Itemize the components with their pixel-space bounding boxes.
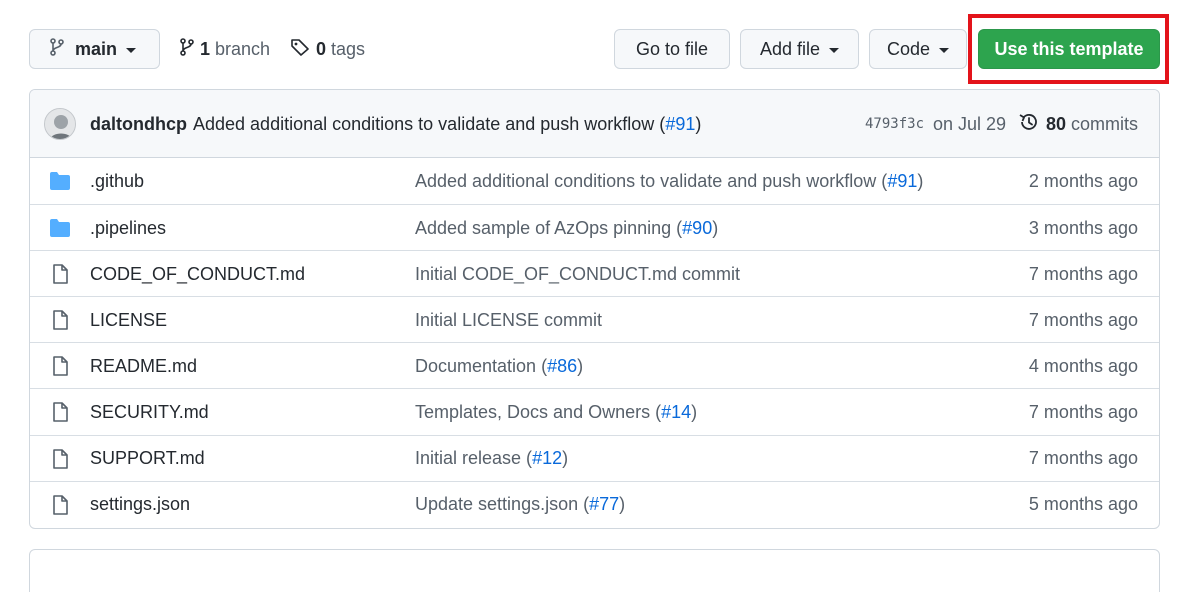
- file-commit-pr-link[interactable]: #12: [532, 448, 562, 469]
- branches-link[interactable]: 1 branch: [180, 29, 270, 69]
- file-commit-pr-link[interactable]: #90: [682, 218, 712, 239]
- readme-box: [29, 549, 1160, 592]
- file-row: .github Added additional conditions to va…: [30, 158, 1159, 204]
- file-commit-age: 4 months ago: [1028, 355, 1138, 376]
- tag-icon: [290, 38, 310, 61]
- file-commit-end: ): [712, 217, 719, 238]
- file-row: README.md Documentation (#86) 4 months ago: [30, 342, 1159, 388]
- file-icon: [49, 448, 71, 469]
- file-commit-end: ): [691, 401, 698, 422]
- file-commit-age: 5 months ago: [1028, 494, 1138, 515]
- file-commit-pr-link[interactable]: #14: [661, 402, 691, 423]
- file-commit-message: Documentation (#86): [415, 343, 583, 389]
- commit-count: 80: [1045, 113, 1066, 134]
- code-button[interactable]: Code: [869, 29, 967, 69]
- file-commit-text[interactable]: Added additional conditions to validate …: [415, 171, 887, 192]
- chevron-down-icon: [939, 47, 950, 53]
- commits-history-link[interactable]: 80 commits: [1018, 90, 1138, 158]
- file-name-link[interactable]: SECURITY.md: [90, 389, 209, 435]
- go-to-file-label: Go to file: [635, 38, 709, 59]
- add-file-button[interactable]: Add file: [740, 29, 859, 69]
- file-commit-end: ): [917, 170, 924, 191]
- repo-toolbar: main 1 branch 0 tags Go to file Add file…: [29, 14, 1169, 84]
- commit-message-end: ): [695, 113, 702, 134]
- file-commit-age: 7 months ago: [1028, 263, 1138, 284]
- file-commit-pr-link[interactable]: #86: [547, 356, 577, 377]
- file-icon: [49, 494, 71, 515]
- file-commit-message: Added additional conditions to validate …: [415, 158, 923, 204]
- commit-hash[interactable]: 4793f3c: [865, 90, 924, 158]
- file-row: SUPPORT.md Initial release (#12) 7 months …: [30, 434, 1159, 482]
- history-icon: [1018, 111, 1040, 138]
- file-commit-pr-link[interactable]: #77: [589, 494, 619, 515]
- file-commit-message: Initial LICENSE commit: [415, 297, 602, 343]
- file-commit-end: ): [562, 448, 569, 469]
- avatar[interactable]: [44, 108, 76, 140]
- tag-count: 0: [316, 38, 327, 59]
- file-rows: .github Added additional conditions to va…: [30, 158, 1159, 527]
- chevron-down-icon: [829, 47, 840, 53]
- git-branch-icon: [50, 37, 64, 61]
- file-list-box: daltondhcp Added additional conditions t…: [29, 89, 1160, 529]
- branch-select-button[interactable]: main: [29, 29, 160, 69]
- file-name-link[interactable]: .github: [90, 158, 144, 204]
- chevron-down-icon: [126, 47, 137, 53]
- file-row: .pipelines Added sample of AzOps pinning …: [30, 204, 1159, 250]
- file-icon: [49, 356, 71, 377]
- file-commit-age: 2 months ago: [1028, 170, 1138, 191]
- file-name-link[interactable]: CODE_OF_CONDUCT.md: [90, 251, 305, 297]
- code-label: Code: [886, 38, 931, 59]
- file-row: SECURITY.md Templates, Docs and Owners (#…: [30, 388, 1159, 434]
- file-commit-text[interactable]: Initial CODE_OF_CONDUCT.md commit: [415, 264, 740, 285]
- file-row: CODE_OF_CONDUCT.md Initial CODE_OF_CONDUC…: [30, 250, 1159, 296]
- file-commit-message: Added sample of AzOps pinning (#90): [415, 205, 718, 251]
- file-row: LICENSE Initial LICENSE commit 7 months ag…: [30, 296, 1159, 342]
- file-commit-text[interactable]: Added sample of AzOps pinning (: [415, 218, 682, 239]
- file-name-link[interactable]: settings.json: [90, 482, 190, 528]
- file-row: settings.json Update settings.json (#77) 5…: [30, 480, 1159, 528]
- file-commit-text[interactable]: Documentation (: [415, 356, 547, 377]
- file-commit-age: 7 months ago: [1028, 448, 1138, 469]
- go-to-file-button[interactable]: Go to file: [614, 29, 730, 69]
- file-commit-text[interactable]: Initial LICENSE commit: [415, 310, 602, 331]
- file-commit-text[interactable]: Templates, Docs and Owners (: [415, 402, 661, 423]
- folder-icon: [49, 171, 71, 191]
- file-commit-text[interactable]: Update settings.json (: [415, 494, 589, 515]
- branch-word: branch: [215, 38, 271, 59]
- commit-word: commits: [1071, 113, 1138, 134]
- file-commit-message: Templates, Docs and Owners (#14): [415, 389, 697, 435]
- commit-message-text[interactable]: Added additional conditions to validate …: [193, 114, 665, 135]
- branch-name: main: [75, 38, 118, 59]
- file-commit-message: Initial release (#12): [415, 436, 568, 482]
- file-commit-age: 3 months ago: [1028, 217, 1138, 238]
- use-this-template-button[interactable]: Use this template: [978, 29, 1160, 69]
- file-commit-end: ): [577, 355, 584, 376]
- file-name-link[interactable]: SUPPORT.md: [90, 436, 205, 482]
- commit-pr-link[interactable]: #91: [665, 114, 695, 135]
- branch-count: 1: [200, 38, 211, 59]
- add-file-label: Add file: [759, 38, 821, 59]
- git-branch-icon: [180, 37, 194, 61]
- file-commit-message: Initial CODE_OF_CONDUCT.md commit: [415, 251, 740, 297]
- file-commit-pr-link[interactable]: #91: [887, 171, 917, 192]
- file-icon: [49, 310, 71, 331]
- use-this-template-label: Use this template: [994, 38, 1144, 59]
- file-icon: [49, 402, 71, 423]
- commit-message: daltondhcp Added additional conditions t…: [90, 90, 701, 158]
- commit-date: on Jul 29: [933, 113, 1007, 134]
- file-name-link[interactable]: LICENSE: [90, 297, 167, 343]
- file-commit-age: 7 months ago: [1028, 401, 1138, 422]
- file-commit-age: 7 months ago: [1028, 309, 1138, 330]
- file-commit-text[interactable]: Initial release (: [415, 448, 532, 469]
- folder-icon: [49, 218, 71, 238]
- file-icon: [49, 264, 71, 284]
- tag-word: tags: [331, 38, 366, 59]
- tags-link[interactable]: 0 tags: [290, 29, 365, 69]
- latest-commit-bar: daltondhcp Added additional conditions t…: [30, 90, 1159, 158]
- file-name-link[interactable]: .pipelines: [90, 205, 166, 251]
- commit-author[interactable]: daltondhcp: [90, 114, 187, 135]
- file-commit-message: Update settings.json (#77): [415, 482, 625, 528]
- file-commit-end: ): [619, 494, 626, 515]
- file-name-link[interactable]: README.md: [90, 343, 197, 389]
